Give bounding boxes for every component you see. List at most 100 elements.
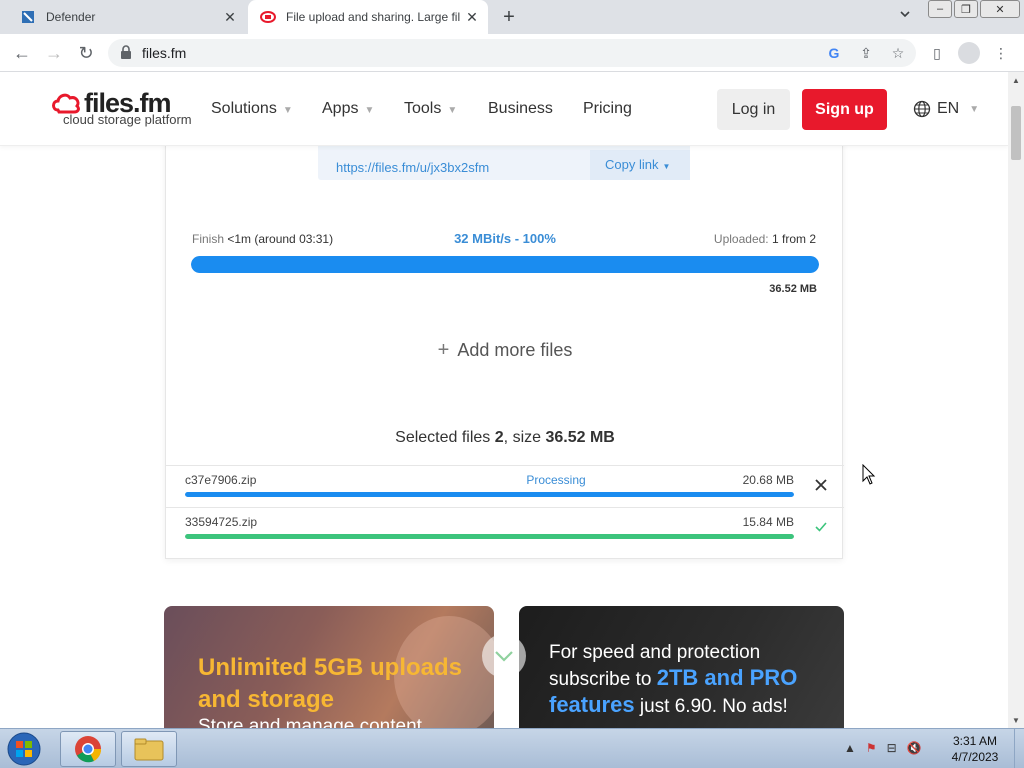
google-translate-icon[interactable]: G	[826, 45, 842, 61]
browser-tabstrip: Defender ✕ File upload and sharing. Larg…	[0, 0, 1024, 34]
share-link-url[interactable]: https://files.fm/u/jx3bx2sfm	[336, 160, 489, 175]
file-progress-fill	[185, 492, 794, 497]
folder-icon	[134, 738, 164, 761]
scroll-down-chevron-icon[interactable]	[482, 634, 526, 678]
promo-right-line2: subscribe to	[549, 669, 652, 690]
scroll-down-arrow-icon[interactable]: ▼	[1012, 716, 1020, 725]
windows-start-icon[interactable]	[4, 731, 44, 767]
uploaded-label: Uploaded:	[713, 232, 769, 246]
chevron-down-icon: ▼	[969, 103, 980, 115]
windows-taskbar: ▲ ⚑ ⊟ 🔇 3:31 AM 4/7/2023	[0, 728, 1024, 768]
file-progress-bar	[185, 492, 794, 497]
file-row: c37e7906.zip Processing 20.68 MB	[166, 465, 844, 507]
forward-arrow-icon[interactable]: →	[42, 42, 66, 64]
address-bar[interactable]: files.fm G ⇪ ☆	[108, 39, 916, 67]
promo-pro-subscription[interactable]: For speed and protection subscribe to 2T…	[519, 606, 844, 728]
chevron-down-icon: ▼	[364, 105, 375, 116]
tab-close-icon[interactable]: ✕	[220, 7, 240, 27]
nav-business[interactable]: Business	[488, 100, 553, 118]
selected-prefix: Selected files	[395, 429, 491, 446]
nav-pricing[interactable]: Pricing	[583, 100, 632, 118]
share-icon[interactable]: ⇪	[858, 45, 874, 61]
screen: Defender ✕ File upload and sharing. Larg…	[0, 0, 1024, 768]
browser-toolbar: ← → ↻ files.fm G ⇪ ☆ ▯ ⋮	[0, 34, 1024, 72]
promo-left-subtitle: Store and manage content	[198, 716, 422, 728]
filesfm-logo-icon	[52, 93, 80, 114]
back-arrow-icon[interactable]: ←	[10, 42, 34, 64]
promo-right-tail: just 6.90. No ads!	[639, 696, 788, 717]
promo-unlimited-uploads[interactable]: Unlimited 5GB uploads and storage Store …	[164, 606, 494, 728]
window-controls: – ❐ ✕	[928, 0, 1020, 18]
page-scrollbar[interactable]: ▲ ▼	[1008, 72, 1024, 728]
remove-file-close-icon[interactable]	[812, 478, 830, 496]
action-center-flag-icon[interactable]: ⚑	[866, 741, 877, 755]
bookmark-star-icon[interactable]: ☆	[890, 45, 906, 61]
copy-link-button[interactable]: Copy link ▼	[590, 150, 690, 180]
overall-progress-fill	[191, 256, 819, 273]
taskbar-explorer-app[interactable]	[121, 731, 177, 767]
scroll-up-arrow-icon[interactable]: ▲	[1012, 76, 1020, 85]
file-name: 33594725.zip	[185, 515, 258, 529]
url-text: files.fm	[142, 45, 187, 61]
nav-tools[interactable]: Tools ▼	[404, 100, 457, 118]
overall-progress-bar	[191, 256, 819, 273]
profile-avatar-icon[interactable]	[958, 42, 980, 64]
signup-button[interactable]: Sign up	[802, 89, 887, 130]
nav-label: Apps	[322, 100, 359, 117]
clock-time: 3:31 AM	[952, 734, 998, 748]
system-tray: ▲ ⚑ ⊟ 🔇	[844, 741, 922, 755]
taskbar-chrome-app[interactable]	[60, 731, 116, 767]
new-tab-button[interactable]: +	[498, 6, 520, 28]
close-window-button[interactable]: ✕	[980, 0, 1020, 18]
nav-label: Business	[488, 100, 553, 117]
add-more-files-button[interactable]: + Add more files	[166, 339, 844, 362]
total-size: 36.52 MB	[769, 283, 817, 295]
nav-label: Solutions	[211, 100, 277, 117]
tray-expand-icon[interactable]: ▲	[844, 741, 856, 755]
lock-icon	[121, 45, 131, 59]
reload-icon[interactable]: ↻	[74, 42, 98, 64]
selected-size: 36.52 MB	[545, 429, 615, 446]
taskbar-clock[interactable]: 3:31 AM 4/7/2023	[944, 733, 1006, 765]
nav-label: Pricing	[583, 100, 632, 117]
side-panel-icon[interactable]: ▯	[926, 42, 948, 64]
promo-left-title: Unlimited 5GB uploads and storage	[198, 652, 462, 716]
network-icon[interactable]: ⊟	[887, 741, 897, 755]
file-progress-bar	[185, 534, 794, 539]
share-link-box: https://files.fm/u/jx3bx2sfm Copy link ▼	[318, 142, 690, 180]
filesfm-logo[interactable]: files.fm cloud storage platform	[52, 88, 192, 130]
language-selector[interactable]: EN ▼	[913, 100, 979, 118]
nav-apps[interactable]: Apps ▼	[322, 100, 374, 118]
chevron-down-icon: ▼	[662, 162, 671, 171]
selected-summary: Selected files 2, size 36.52 MB	[166, 429, 844, 447]
file-size: 15.84 MB	[742, 515, 794, 529]
nav-solutions[interactable]: Solutions ▼	[211, 100, 293, 118]
scrollbar-thumb[interactable]	[1011, 106, 1021, 160]
promo-right-highlight2: features	[549, 692, 635, 717]
tab-defender[interactable]: Defender ✕	[8, 0, 246, 34]
tab-close-icon[interactable]: ✕	[462, 7, 482, 27]
show-desktop-button[interactable]	[1014, 729, 1024, 768]
defender-favicon-icon	[22, 11, 34, 23]
promo-right-highlight1: 2TB and PRO	[656, 665, 798, 690]
globe-icon	[913, 100, 931, 118]
chevron-down-icon: ▼	[447, 105, 458, 116]
file-size: 20.68 MB	[742, 473, 794, 487]
tab-search-chevron-icon[interactable]	[896, 8, 914, 26]
plus-icon: +	[437, 339, 450, 361]
login-button[interactable]: Log in	[717, 89, 790, 130]
upload-card: https://files.fm/u/jx3bx2sfm Copy link ▼ …	[165, 132, 844, 559]
filesfm-favicon-icon	[260, 11, 276, 23]
promo-left-title-line1: Unlimited 5GB uploads	[198, 654, 463, 681]
logo-tagline: cloud storage platform	[63, 112, 192, 127]
menu-kebab-icon[interactable]: ⋮	[990, 42, 1012, 64]
minimize-button[interactable]: –	[928, 0, 952, 18]
site-header: files.fm cloud storage platform Solution…	[0, 72, 1008, 146]
nav-label: Tools	[404, 100, 442, 117]
volume-muted-icon[interactable]: 🔇	[907, 741, 922, 755]
tab-filesfm[interactable]: File upload and sharing. Large fil ✕	[248, 0, 488, 34]
chevron-down-icon: ▼	[282, 105, 293, 116]
tab-title: Defender	[46, 10, 96, 24]
uploaded-count: Uploaded: 1 from 2	[714, 232, 816, 246]
restore-button[interactable]: ❐	[954, 0, 978, 18]
